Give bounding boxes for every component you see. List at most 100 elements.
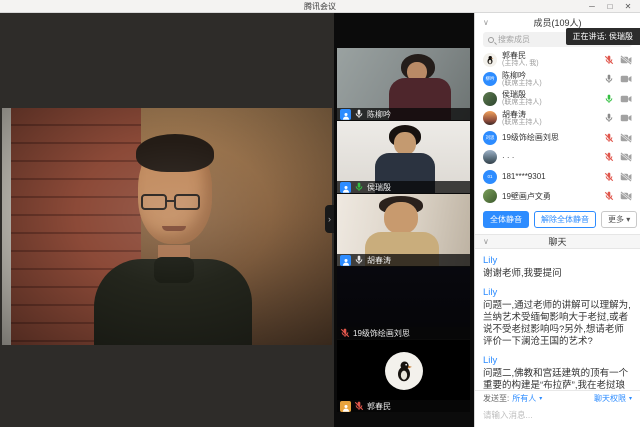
titlebar: 腾讯会议 ─ □ ✕ — [0, 0, 640, 13]
camera-off-icon[interactable] — [620, 55, 632, 65]
camera-off-icon[interactable] — [620, 133, 632, 143]
chat-permission-selector[interactable]: 聊天权限 — [594, 393, 626, 404]
member-name: · · · — [502, 153, 599, 162]
mic-muted-icon[interactable] — [604, 55, 614, 65]
mic-muted-icon[interactable] — [604, 133, 614, 143]
camera-on-icon[interactable] — [620, 113, 632, 123]
thumb-name: 胡春涛 — [367, 255, 391, 266]
avatar: 01 — [483, 170, 497, 184]
member-role: (主持人, 我) — [502, 60, 599, 68]
chat-collapse-icon[interactable]: ∨ — [483, 235, 489, 249]
member-name: 侯瑞殷 — [502, 90, 599, 99]
chat-input[interactable] — [483, 410, 632, 420]
thumb-label: 胡春涛 — [337, 254, 470, 266]
chat-text: 问题一,通过老师的讲解可以理解为,兰纳艺术受缅甸影响大于老挝,或者说不受老挝影响… — [483, 300, 632, 348]
chat-message: Lily 谢谢老师,我要提问 — [483, 255, 632, 280]
member-role: (联席主持人) — [502, 80, 599, 88]
camera-on-icon[interactable] — [620, 94, 632, 104]
bird-icon — [392, 359, 416, 383]
member-row-luwenyong[interactable]: 19壁画卢文勇 — [475, 187, 640, 207]
member-name: 胡春涛 — [502, 110, 599, 119]
member-row-liusi[interactable]: 刘思 19级饰绘画刘思 — [475, 128, 640, 148]
main-video-guo[interactable] — [2, 108, 332, 345]
chat-input-wrap — [483, 405, 632, 419]
mic-muted-icon[interactable] — [604, 152, 614, 162]
avatar — [483, 189, 497, 203]
mic-muted-icon — [354, 401, 364, 411]
more-button[interactable]: 更多 ▾ — [601, 211, 637, 228]
chat-title: 聊天 — [548, 237, 566, 247]
send-to-label: 发送至: — [483, 393, 509, 404]
thumb-label: 19级饰绘画刘思 — [337, 327, 470, 339]
mic-speaking-icon[interactable] — [604, 94, 614, 104]
thumb-name: 陈柳吟 — [367, 109, 391, 120]
window-title: 腾讯会议 — [0, 0, 640, 13]
window-controls: ─ □ ✕ — [584, 0, 636, 13]
unmute-all-button[interactable]: 解除全体静音 — [534, 211, 596, 228]
chat-text: 谢谢老师,我要提问 — [483, 268, 632, 280]
thumb-label: 侯瑞殷 — [337, 181, 470, 193]
cohost-person-icon — [340, 182, 351, 193]
video-thumb-chen[interactable]: 陈柳吟 — [337, 48, 470, 120]
chat-sender: Lily — [483, 287, 632, 298]
speaking-toast: 正在讲话: 侯瑞殷 — [566, 28, 640, 45]
side-panel: ∨ 成员(109人) 正在讲话: 侯瑞殷 郭春民(主持人, 我) 柳吟 陈柳吟(… — [474, 13, 640, 427]
thumb-person-face — [384, 202, 418, 234]
member-row-phone[interactable]: 01 181****9301 — [475, 167, 640, 187]
member-row-hou[interactable]: 侯瑞殷(联席主持人) — [475, 89, 640, 109]
chat-message: Lily 问题二,佛教和宫廷建筑的顶有一个重要的构建是“布拉萨”,我在老挝琅勃拉… — [483, 355, 632, 390]
member-name: 郭春民 — [502, 51, 599, 60]
member-list: 郭春民(主持人, 我) 柳吟 陈柳吟(联席主持人) 侯瑞殷(联席主持人) — [475, 50, 640, 206]
camera-off-icon[interactable] — [620, 172, 632, 182]
thumb-label: 陈柳吟 — [337, 108, 470, 120]
member-row-dots[interactable]: · · · — [475, 148, 640, 168]
thumb-person-face — [394, 132, 416, 155]
chat-header: ∨ 聊天 — [475, 234, 640, 249]
mic-on-icon — [354, 109, 364, 119]
mic-speaking-icon — [354, 182, 364, 192]
minimize-button[interactable]: ─ — [584, 0, 600, 13]
chevron-down-icon: ▾ — [629, 395, 632, 402]
send-to-selector[interactable]: 所有人 — [512, 393, 536, 404]
video-thumb-guo[interactable]: 郭春民 — [337, 340, 470, 412]
member-name: 181****9301 — [502, 172, 599, 181]
maximize-button[interactable]: □ — [602, 0, 618, 13]
bird-avatar — [385, 352, 423, 390]
mic-muted-icon[interactable] — [604, 191, 614, 201]
mute-all-button[interactable]: 全体静音 — [483, 211, 529, 228]
video-thumb-hu[interactable]: 胡春涛 — [337, 194, 470, 266]
mic-on-icon[interactable] — [604, 113, 614, 123]
member-name: 19壁画卢文勇 — [502, 192, 599, 201]
search-icon — [488, 37, 494, 43]
chat-text: 问题二,佛教和宫廷建筑的顶有一个重要的构建是“布拉萨”,我在老挝琅勃拉邦也看到类… — [483, 368, 632, 390]
avatar — [483, 92, 497, 106]
chat-sender: Lily — [483, 355, 632, 366]
chat-message-list[interactable]: Lily 谢谢老师,我要提问 Lily 问题一,通过老师的讲解可以理解为,兰纳艺… — [475, 250, 640, 390]
cohost-person-icon — [340, 255, 351, 266]
camera-off-icon[interactable] — [620, 191, 632, 201]
video-stage: › — [0, 13, 334, 427]
avatar: 柳吟 — [483, 72, 497, 86]
mic-on-icon[interactable] — [604, 74, 614, 84]
video-thumb-hou-speaking[interactable]: 侯瑞殷 — [337, 121, 470, 193]
chat-sender: Lily — [483, 255, 632, 266]
member-row-hu[interactable]: 胡春涛(联席主持人) — [475, 109, 640, 129]
member-row-chen[interactable]: 柳吟 陈柳吟(联席主持人) — [475, 70, 640, 90]
video-thumb-liusi[interactable]: 19级饰绘画刘思 — [337, 267, 470, 339]
member-name: 19级饰绘画刘思 — [502, 133, 599, 142]
camera-off-icon[interactable] — [620, 152, 632, 162]
avatar: 刘思 — [483, 131, 497, 145]
thumb-name: 19级饰绘画刘思 — [353, 328, 410, 339]
chat-send-row: 发送至: 所有人 ▾ 聊天权限 ▾ — [475, 390, 640, 403]
host-person-icon — [340, 401, 351, 412]
member-role: (联席主持人) — [502, 119, 599, 127]
mic-muted-icon[interactable] — [604, 172, 614, 182]
collapse-strip-handle[interactable]: › — [325, 205, 334, 233]
camera-on-icon[interactable] — [620, 74, 632, 84]
close-button[interactable]: ✕ — [620, 0, 636, 13]
member-row-guo[interactable]: 郭春民(主持人, 我) — [475, 50, 640, 70]
avatar — [483, 111, 497, 125]
main-video-vignette — [2, 108, 332, 345]
thumb-label: 郭春民 — [337, 400, 470, 412]
avatar — [483, 53, 497, 67]
